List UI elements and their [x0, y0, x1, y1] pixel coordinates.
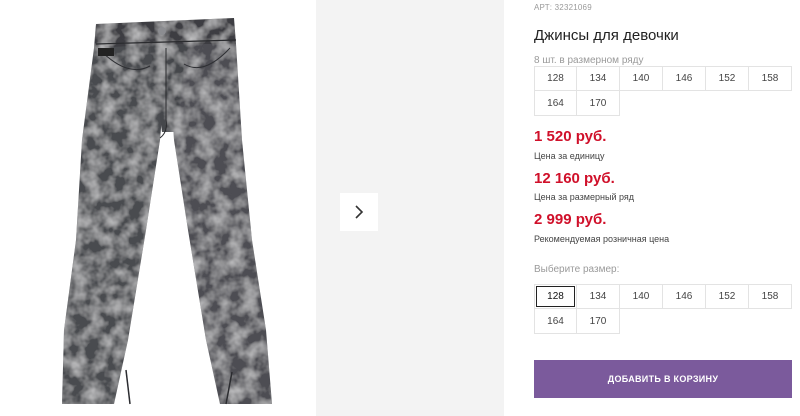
- unit-price: 1 520 руб.: [534, 128, 607, 145]
- size-option-134[interactable]: 134: [577, 284, 620, 309]
- jeans-image: [62, 18, 272, 405]
- pack-size-cell: 170: [577, 91, 620, 116]
- size-option-128[interactable]: 128: [534, 284, 577, 309]
- size-option-158[interactable]: 158: [749, 284, 792, 309]
- pack-size-cell: 134: [577, 66, 620, 91]
- add-to-cart-button[interactable]: ДОБАВИТЬ В КОРЗИНУ: [534, 360, 792, 398]
- product-article: АРТ: 32321069: [534, 3, 592, 12]
- size-select-label: Выберите размер:: [534, 264, 620, 275]
- pack-size-cell: 158: [749, 66, 792, 91]
- pack-size-cell: 128: [534, 66, 577, 91]
- pack-size-cell: 152: [706, 66, 749, 91]
- size-select-grid: 128 134 140 146 152 158 164 170: [534, 284, 792, 334]
- size-option-164[interactable]: 164: [534, 309, 577, 334]
- pack-size-grid: 128 134 140 146 152 158 164 170: [534, 66, 792, 116]
- retail-price: 2 999 руб.: [534, 211, 607, 228]
- pack-size-cell: 146: [663, 66, 706, 91]
- chevron-right-icon: [355, 205, 364, 219]
- pack-price-label: Цена за размерный ряд: [534, 192, 635, 202]
- pack-size-cell: 140: [620, 66, 663, 91]
- size-option-152[interactable]: 152: [706, 284, 749, 309]
- size-option-170[interactable]: 170: [577, 309, 620, 334]
- pack-size-cell: 164: [534, 91, 577, 116]
- size-option-146[interactable]: 146: [663, 284, 706, 309]
- retail-price-label: Рекомендуемая розничная цена: [534, 234, 670, 244]
- pack-size-note: 8 шт. в размерном ряду: [534, 55, 644, 66]
- unit-price-label: Цена за единицу: [534, 151, 605, 161]
- next-image-button[interactable]: [340, 193, 378, 231]
- pack-price: 12 160 руб.: [534, 170, 615, 187]
- product-image-area: [0, 0, 316, 416]
- size-option-140[interactable]: 140: [620, 284, 663, 309]
- product-title: Джинсы для девочки: [534, 27, 679, 44]
